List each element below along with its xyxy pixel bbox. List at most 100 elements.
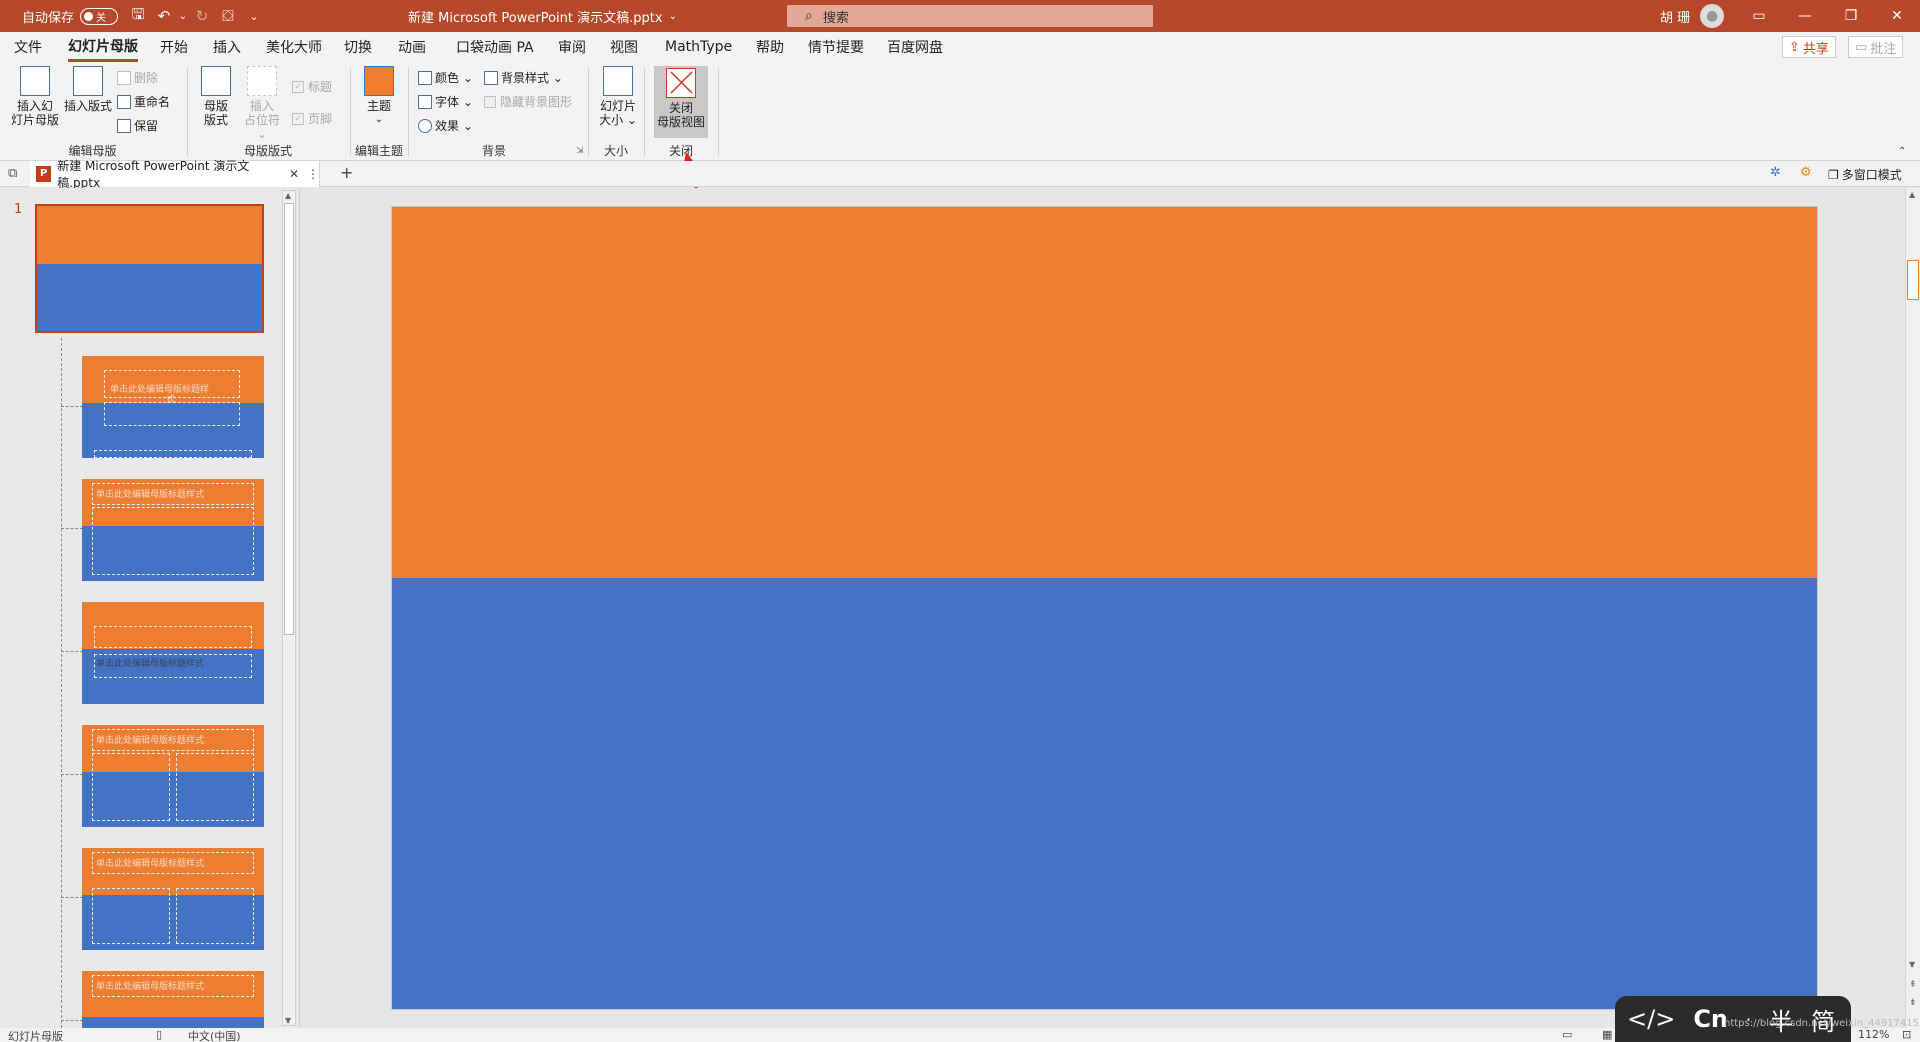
right-content-placeholder bbox=[176, 888, 254, 944]
search-input[interactable]: ⌕ 搜索 bbox=[787, 5, 1153, 27]
tab-list-icon[interactable]: ⧉ bbox=[8, 166, 17, 181]
insert-slide-master-button[interactable]: 插入幻 灯片母版 bbox=[10, 66, 60, 127]
window-icon: ❐ bbox=[1828, 167, 1839, 182]
tab-mathtype[interactable]: MathType bbox=[665, 32, 732, 62]
comments-button[interactable]: ▭ 批注 bbox=[1848, 36, 1904, 58]
more-options-icon[interactable]: ⋮ bbox=[307, 167, 319, 181]
chevron-down-icon: ⌄ bbox=[668, 10, 677, 22]
insert-placeholder-button[interactable]: 插入 占位符 ⌄ bbox=[238, 66, 286, 141]
layout-thumbnail[interactable]: 单击此处编辑母版标题样式 bbox=[82, 971, 264, 1028]
themes-button[interactable]: 主题 ⌄ bbox=[358, 66, 400, 127]
account[interactable]: 胡 珊 ● bbox=[1660, 0, 1725, 32]
document-tab-bar: ⧉ P 新建 Microsoft PowerPoint 演示文稿.pptx ✕ … bbox=[0, 159, 1920, 190]
language-toggle[interactable]: Cn bbox=[1693, 1005, 1728, 1033]
delete-button[interactable]: 删除 bbox=[117, 69, 158, 86]
group-label-edit-master: 编辑母版 bbox=[68, 144, 117, 158]
effects-button[interactable]: 效果 ⌄ bbox=[418, 117, 473, 134]
autosave-toggle[interactable]: 关 bbox=[80, 7, 119, 25]
preserve-button[interactable]: 保留 bbox=[117, 117, 158, 134]
tab-insert[interactable]: 插入 bbox=[213, 32, 241, 62]
multi-window-mode-button[interactable]: ❐ 多窗口模式 bbox=[1828, 166, 1902, 183]
close-tab-icon[interactable]: ✕ bbox=[289, 167, 299, 181]
tab-review[interactable]: 审阅 bbox=[558, 32, 586, 62]
normal-view-icon[interactable]: ▭ bbox=[1562, 1028, 1572, 1041]
slide-size-button[interactable]: 幻灯片 大小 ⌄ bbox=[596, 66, 640, 127]
scroll-up-icon[interactable]: ▲ bbox=[1909, 190, 1915, 199]
document-tab[interactable]: P 新建 Microsoft PowerPoint 演示文稿.pptx ✕ ⋮ bbox=[30, 159, 320, 190]
close-window-button[interactable]: ✕ bbox=[1874, 0, 1920, 32]
tab-pocket-animation[interactable]: 口袋动画 PA bbox=[456, 32, 534, 62]
tab-transitions[interactable]: 切换 bbox=[344, 32, 372, 62]
watermark-text: https://blog.csdn.net/weixin_44917415 bbox=[1724, 1018, 1920, 1029]
tab-file[interactable]: 文件 bbox=[14, 32, 42, 62]
master-layout-icon bbox=[201, 66, 231, 96]
hide-background-graphics-checkbox[interactable]: 隐藏背景图形 bbox=[484, 93, 572, 110]
assistant-icon[interactable]: ✲ bbox=[1770, 165, 1781, 180]
avatar[interactable]: ● bbox=[1700, 4, 1725, 28]
customize-toolbar-icon[interactable]: ⌄ bbox=[241, 0, 267, 32]
canvas-scrollbar[interactable]: ▲ ▼ ⇞ ⇟ bbox=[1905, 188, 1920, 1028]
fit-to-window-icon[interactable]: ⊡ bbox=[1902, 1028, 1911, 1041]
dialog-launcher-icon[interactable]: ⇲ bbox=[576, 146, 584, 156]
present-icon[interactable]: ⛋ bbox=[215, 0, 241, 32]
layout-thumbnail[interactable]: 单击此处编辑母版标题样式 bbox=[82, 479, 264, 581]
tab-beautify[interactable]: 美化大师 bbox=[266, 32, 322, 62]
scrollbar-thumb[interactable] bbox=[1907, 260, 1919, 300]
slide-sorter-icon[interactable]: ▦ bbox=[1602, 1028, 1612, 1041]
delete-icon bbox=[117, 70, 131, 85]
rename-button[interactable]: 重命名 bbox=[117, 93, 170, 110]
undo-dropdown-icon[interactable]: ⌄ bbox=[177, 0, 189, 32]
insert-layout-button[interactable]: 插入版式 bbox=[62, 66, 114, 113]
master-thumbnail[interactable] bbox=[35, 204, 264, 333]
footer-checkbox[interactable]: ✓ 页脚 bbox=[292, 110, 332, 127]
tab-view[interactable]: 视图 bbox=[610, 32, 638, 62]
minimize-button[interactable]: — bbox=[1782, 0, 1828, 32]
tab-animations[interactable]: 动画 bbox=[398, 32, 426, 62]
colors-icon bbox=[418, 70, 432, 85]
slide-master-canvas[interactable] bbox=[391, 206, 1818, 1010]
title-checkbox[interactable]: ✓ 标题 bbox=[292, 78, 332, 95]
layout-thumbnail[interactable]: 单击此处编辑母版标题样式 bbox=[82, 602, 264, 704]
code-icon[interactable]: </> bbox=[1627, 1005, 1675, 1033]
scrollbar-thumb[interactable] bbox=[284, 203, 294, 635]
previous-slide-icon[interactable]: ⇞ bbox=[1909, 980, 1917, 990]
tab-slide-master[interactable]: 幻灯片母版 bbox=[68, 32, 138, 62]
tab-home[interactable]: 开始 bbox=[160, 32, 188, 62]
ribbon-display-options-icon[interactable]: ▭ bbox=[1736, 0, 1782, 32]
fonts-button[interactable]: 字体 ⌄ bbox=[418, 93, 473, 110]
master-layout-button[interactable]: 母版 版式 bbox=[194, 66, 238, 127]
language-status[interactable]: 中文(中国) bbox=[188, 1028, 241, 1042]
tab-storyboard[interactable]: 情节提要 bbox=[808, 32, 864, 62]
background-styles-button[interactable]: 背景样式 ⌄ bbox=[484, 69, 563, 86]
spelling-icon[interactable]: ▯ bbox=[156, 1028, 162, 1041]
layout-thumbnail[interactable]: 单击此处编辑母版标题样 式 bbox=[82, 356, 264, 458]
thumbnail-scrollbar[interactable]: ▲ ▼ bbox=[282, 190, 296, 1026]
orange-background-shape[interactable] bbox=[392, 207, 1817, 578]
scroll-down-icon[interactable]: ▼ bbox=[1909, 960, 1915, 969]
colors-button[interactable]: 颜色 ⌄ bbox=[418, 69, 473, 86]
undo-icon[interactable]: ↶ bbox=[151, 0, 177, 32]
redo-icon[interactable]: ↻ bbox=[189, 0, 215, 32]
layout-thumbnail[interactable]: 单击此处编辑母版标题样式 bbox=[82, 848, 264, 950]
search-icon: ⌕ bbox=[805, 8, 813, 24]
checkbox-icon: ✓ bbox=[292, 80, 304, 93]
scroll-down-icon[interactable]: ▼ bbox=[285, 1016, 291, 1025]
subtitle-placeholder bbox=[104, 402, 240, 426]
share-button[interactable]: ⇪ 共享 bbox=[1782, 36, 1836, 58]
document-title[interactable]: 新建 Microsoft PowerPoint 演示文稿.pptx ⌄ bbox=[408, 0, 677, 32]
layout-thumbnail[interactable]: 单击此处编辑母版标题样式 bbox=[82, 725, 264, 827]
restore-button[interactable]: ❐ bbox=[1828, 0, 1874, 32]
collapse-ribbon-icon[interactable]: ⌃ bbox=[1898, 146, 1906, 157]
slide-number: 1 bbox=[14, 202, 23, 217]
save-icon[interactable]: 🖫 bbox=[125, 0, 151, 32]
autosave-control[interactable]: 自动保存 关 bbox=[22, 0, 119, 32]
tab-help[interactable]: 帮助 bbox=[756, 32, 784, 62]
new-tab-icon[interactable]: + bbox=[340, 163, 353, 182]
close-master-view-button[interactable]: 关闭 母版视图 bbox=[654, 66, 708, 138]
tab-baidu-netdisk[interactable]: 百度网盘 bbox=[887, 32, 943, 62]
settings-gear-icon[interactable]: ⚙ bbox=[1800, 165, 1812, 180]
autosave-label: 自动保存 bbox=[22, 10, 75, 26]
scroll-up-icon[interactable]: ▲ bbox=[285, 191, 291, 200]
zoom-level[interactable]: 112% bbox=[1858, 1028, 1889, 1041]
next-slide-icon[interactable]: ⇟ bbox=[1909, 998, 1917, 1008]
